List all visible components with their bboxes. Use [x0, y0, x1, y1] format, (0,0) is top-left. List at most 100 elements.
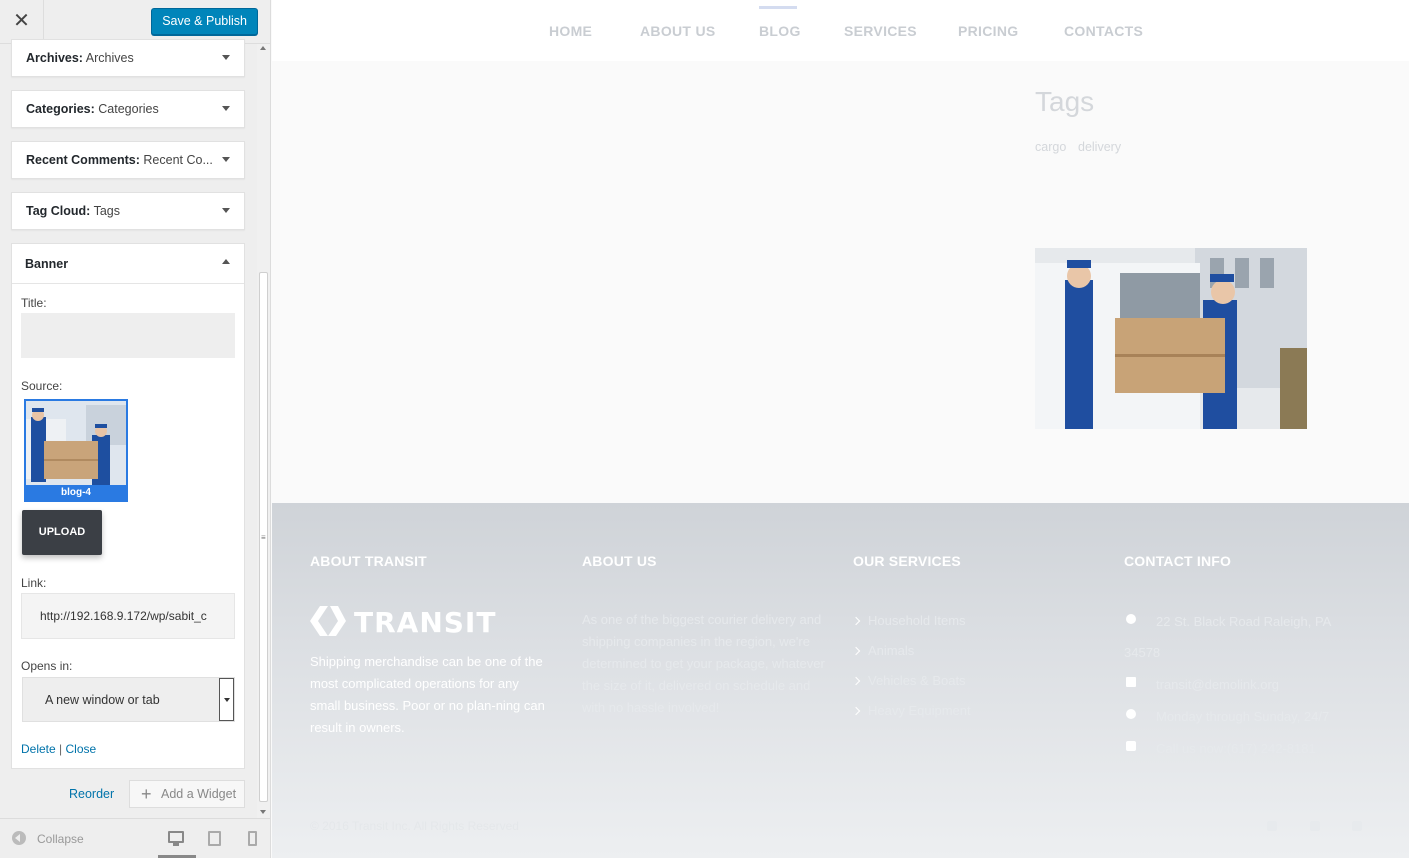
- nav-home[interactable]: HOME: [549, 23, 592, 39]
- contact-email[interactable]: transit@demolink.org: [1156, 677, 1279, 692]
- envelope-icon: [1126, 677, 1136, 687]
- widget-archives[interactable]: Archives: Archives: [11, 39, 245, 77]
- customizer-footer: Collapse: [0, 818, 270, 858]
- footer-services-title: OUR SERVICES: [853, 553, 961, 569]
- service-label: Animals: [868, 643, 915, 658]
- collapse-arrow-icon[interactable]: [222, 259, 230, 264]
- collapse-icon[interactable]: [12, 831, 26, 845]
- action-separator: |: [59, 742, 63, 756]
- source-label: Source:: [21, 379, 63, 393]
- title-input[interactable]: [21, 313, 235, 358]
- chevron-right-icon: [851, 646, 861, 656]
- contact-phone[interactable]: Call us now:(617) 242-8181: [1156, 741, 1316, 756]
- service-label: Heavy Equipment: [868, 703, 971, 718]
- widget-name: Archives:: [26, 51, 83, 65]
- expand-arrow-icon[interactable]: [222, 208, 230, 213]
- scroll-down-arrow-icon[interactable]: [260, 810, 266, 814]
- widget-subtitle: Recent Co...: [143, 153, 213, 167]
- widget-subtitle: Tags: [93, 204, 120, 218]
- map-pin-icon: [1126, 614, 1136, 624]
- chevron-right-icon: [851, 676, 861, 686]
- chevron-right-icon: [851, 706, 861, 716]
- nav-blog[interactable]: BLOG: [759, 23, 801, 39]
- tags-heading: Tags: [1035, 86, 1095, 117]
- expand-arrow-icon[interactable]: [222, 106, 230, 111]
- banner-image[interactable]: [1035, 248, 1307, 429]
- site-footer: ABOUT TRANSIT ABOUT US OUR SERVICES CONT…: [272, 503, 1409, 858]
- contact-hours: Monday through Sunday, 24/7: [1156, 709, 1330, 724]
- expand-arrow-icon[interactable]: [222, 157, 230, 162]
- tag-link[interactable]: delivery: [1078, 140, 1121, 154]
- contact-address-zip: 34578: [1124, 645, 1161, 660]
- widget-recent-comments[interactable]: Recent Comments: Recent Co...: [11, 141, 245, 179]
- widget-banner: Banner Title: Source: blog-4 UPLOAD Link…: [11, 243, 245, 769]
- widget-name: Categories:: [26, 102, 95, 116]
- phone-icon: [1126, 741, 1136, 751]
- collapse-label[interactable]: Collapse: [37, 832, 84, 846]
- widget-actions: Delete | Close: [21, 742, 96, 756]
- close-link[interactable]: Close: [66, 742, 97, 756]
- add-widget-label: Add a Widget: [161, 787, 237, 801]
- movers-photo: [1035, 248, 1307, 429]
- plus-icon: +: [141, 784, 152, 804]
- twitter-icon[interactable]: [1310, 821, 1320, 831]
- widget-name: Tag Cloud:: [26, 204, 91, 218]
- widget-name: Banner: [25, 257, 69, 271]
- link-input[interactable]: http://192.168.9.172/wp/sabit_c: [21, 593, 235, 639]
- about-transit-text: Shipping merchandise can be one of the m…: [310, 654, 545, 735]
- transit-logo[interactable]: TRANSIT: [310, 606, 510, 640]
- chevron-right-icon: [851, 616, 861, 626]
- close-customizer-button[interactable]: ✕: [0, 0, 44, 44]
- service-item[interactable]: Animals: [851, 643, 915, 658]
- service-label: Vehicles & Boats: [868, 673, 966, 688]
- logo-text: TRANSIT: [354, 606, 497, 639]
- opens-in-label: Opens in:: [21, 659, 73, 673]
- add-widget-button[interactable]: + Add a Widget: [129, 780, 245, 808]
- save-publish-button[interactable]: Save & Publish: [151, 8, 258, 35]
- contact-address: 22 St. Black Road Raleigh, PA: [1156, 614, 1332, 629]
- copyright-text: © 2016 Transit Inc. All Rights Reserved: [310, 819, 519, 833]
- about-us-text: As one of the biggest courier delivery a…: [582, 612, 825, 715]
- widget-tag-cloud[interactable]: Tag Cloud: Tags: [11, 192, 245, 230]
- mobile-preview-icon[interactable]: [248, 831, 257, 846]
- google-plus-icon[interactable]: [1352, 821, 1362, 831]
- expand-arrow-icon[interactable]: [222, 55, 230, 60]
- nav-services[interactable]: SERVICES: [844, 23, 917, 39]
- panel-scrollbar[interactable]: ≡: [257, 44, 270, 818]
- scroll-thumb[interactable]: ≡: [259, 272, 268, 802]
- nav-about-us[interactable]: ABOUT US: [640, 23, 716, 39]
- service-item[interactable]: Vehicles & Boats: [851, 673, 966, 688]
- opens-in-value: A new window or tab: [45, 693, 160, 707]
- site-preview: HOME ABOUT US BLOG SERVICES PRICING CONT…: [272, 0, 1409, 858]
- title-label: Title:: [21, 296, 47, 310]
- upload-button[interactable]: UPLOAD: [22, 510, 102, 555]
- panel-header: ✕ Save & Publish: [0, 0, 270, 44]
- delete-link[interactable]: Delete: [21, 742, 56, 756]
- service-item[interactable]: Household Items: [851, 613, 966, 628]
- desktop-preview-icon[interactable]: [168, 831, 184, 846]
- opens-in-select[interactable]: A new window or tab: [22, 677, 235, 722]
- reorder-link[interactable]: Reorder: [69, 787, 114, 801]
- movers-thumbnail-image: [26, 401, 126, 500]
- widget-categories[interactable]: Categories: Categories: [11, 90, 245, 128]
- transit-logo-icon: [310, 606, 346, 636]
- source-thumbnail[interactable]: blog-4: [24, 399, 128, 502]
- widget-subtitle: Categories: [98, 102, 159, 116]
- active-nav-indicator: [759, 6, 797, 9]
- scroll-grip-icon: ≡: [261, 533, 266, 542]
- nav-pricing[interactable]: PRICING: [958, 23, 1018, 39]
- widget-subtitle: Archives: [85, 51, 134, 65]
- tag-link[interactable]: cargo: [1035, 140, 1066, 154]
- banner-header[interactable]: Banner: [12, 244, 244, 284]
- facebook-icon[interactable]: [1267, 821, 1277, 831]
- thumbnail-caption: blog-4: [61, 487, 91, 498]
- footer-contact-title: CONTACT INFO: [1124, 553, 1232, 569]
- link-label: Link:: [21, 576, 47, 590]
- customizer-panel: ✕ Save & Publish Archives: Archives Cate…: [0, 0, 271, 858]
- dropdown-arrow-icon[interactable]: [219, 678, 234, 721]
- tablet-preview-icon[interactable]: [208, 831, 221, 846]
- service-item[interactable]: Heavy Equipment: [851, 703, 971, 718]
- nav-contacts[interactable]: CONTACTS: [1064, 23, 1143, 39]
- scroll-up-arrow-icon[interactable]: [260, 46, 266, 50]
- service-label: Household Items: [868, 613, 966, 628]
